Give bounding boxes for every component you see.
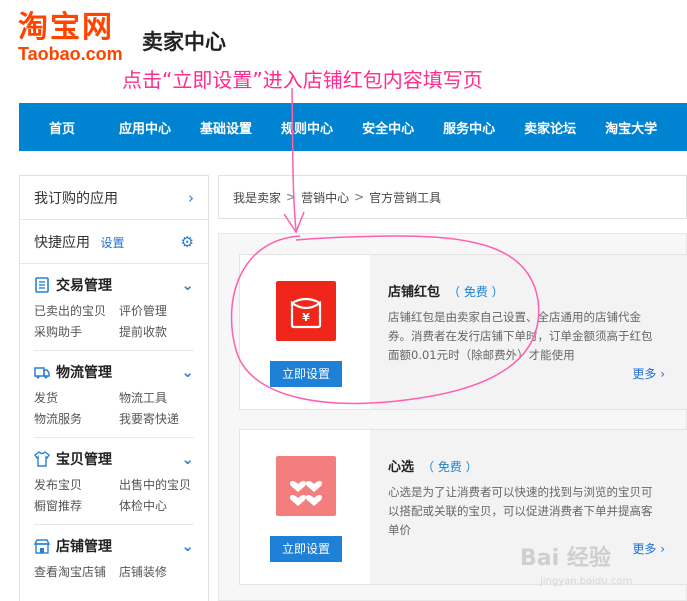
shop-icon [34, 539, 50, 554]
sidebar-group-trade: 交易管理 ⌄ 已卖出的宝贝 评价管理 采购助手 提前收款 [34, 264, 194, 351]
quick-apps-label: 快捷应用 [34, 234, 90, 251]
hearts-icon [276, 456, 336, 516]
page-title: 卖家中心 [142, 30, 226, 54]
subscribed-apps-label: 我订购的应用 [34, 190, 118, 207]
breadcrumb-item[interactable]: 营销中心 [301, 189, 349, 206]
nav-item-rules[interactable]: 规则中心 [265, 118, 346, 137]
quick-apps: 快捷应用 设置 ⚙ [20, 220, 208, 264]
svg-text:¥: ¥ [302, 311, 310, 324]
tool-card-title-text: 店铺红包 [388, 285, 441, 300]
free-badge: （ 免费 ） [422, 460, 478, 474]
nav-item-university[interactable]: 淘宝大学 [589, 118, 670, 137]
sidebar-link[interactable]: 采购助手 [34, 323, 119, 340]
gear-icon[interactable]: ⚙ [181, 233, 194, 251]
sidebar-group-title: 宝贝管理 [56, 452, 112, 468]
breadcrumb-separator: > [354, 190, 365, 204]
tool-card-title-text: 心选 [388, 460, 415, 475]
nav-item-basic-settings[interactable]: 基础设置 [184, 118, 265, 137]
tool-card-shop-red-envelope: ¥ 立即设置 店铺红包 （ 免费 ） 店铺红包是由卖家自己设置、全店通用的店铺代金… [239, 254, 687, 410]
tool-card-media: 立即设置 [240, 430, 370, 584]
sidebar-group-title: 物流管理 [56, 365, 112, 381]
header: 淘宝网 Taobao.com 卖家中心 点击“立即设置”进入店铺红包内容填写页 [0, 0, 687, 100]
sidebar-group-logistics: 物流管理 ⌄ 发货 物流工具 物流服务 我要寄快递 [34, 351, 194, 438]
sidebar-group-shop: 店铺管理 ⌄ 查看淘宝店铺 店铺装修 [34, 525, 194, 590]
sidebar-link[interactable]: 发货 [34, 389, 119, 406]
marketing-tools-panel: ¥ 立即设置 店铺红包 （ 免费 ） 店铺红包是由卖家自己设置、全店通用的店铺代金… [218, 233, 687, 601]
sidebar-group-header[interactable]: 宝贝管理 ⌄ [34, 448, 194, 470]
tool-card-title: 心选 （ 免费 ） [388, 456, 687, 475]
setup-now-button[interactable]: 立即设置 [270, 536, 342, 562]
baidu-watermark: Bai 经验 [520, 546, 611, 571]
sidebar-link[interactable]: 已卖出的宝贝 [34, 302, 119, 319]
tool-card-description: 店铺红包是由卖家自己设置、全店通用的店铺代金券。消费者在发行店铺下单时，订单金额… [388, 310, 653, 362]
chevron-down-icon: ⌄ [181, 363, 194, 381]
sidebar-group-header[interactable]: 物流管理 ⌄ [34, 361, 194, 383]
sidebar-group-header[interactable]: 店铺管理 ⌄ [34, 535, 194, 557]
sidebar-group-items: 宝贝管理 ⌄ 发布宝贝 出售中的宝贝 橱窗推荐 体检中心 [34, 438, 194, 525]
shirt-icon [34, 451, 50, 467]
main-nav: 首页 应用中心 基础设置 规则中心 安全中心 服务中心 卖家论坛 淘宝大学 [19, 103, 687, 151]
sidebar-link[interactable]: 我要寄快递 [119, 410, 204, 427]
baidu-watermark-url: jingyan.baidu.com [540, 576, 633, 587]
chevron-right-icon: › [188, 188, 194, 207]
quick-apps-setting-link[interactable]: 设置 [100, 236, 124, 250]
nav-item-app-center[interactable]: 应用中心 [103, 118, 184, 137]
tool-card-info: 店铺红包 （ 免费 ） 店铺红包是由卖家自己设置、全店通用的店铺代金券。消费者在发… [370, 255, 687, 409]
subscribed-apps[interactable]: 我订购的应用 › [20, 176, 208, 220]
breadcrumb-separator: > [286, 190, 297, 204]
sidebar-group-header[interactable]: 交易管理 ⌄ [34, 274, 194, 296]
tool-card-description: 心选是为了让消费者可以快速的找到与浏览的宝贝可以搭配或关联的宝贝，可以促进消费者… [388, 485, 653, 537]
annotation-text: 点击“立即设置”进入店铺红包内容填写页 [122, 68, 483, 92]
logo-cn: 淘宝网 [18, 10, 114, 45]
tool-card-heart-pick: 立即设置 心选 （ 免费 ） 心选是为了让消费者可以快速的找到与浏览的宝贝可以搭配… [239, 429, 687, 585]
nav-item-home[interactable]: 首页 [19, 118, 103, 137]
nav-item-forum[interactable]: 卖家论坛 [508, 118, 589, 137]
chevron-down-icon: ⌄ [181, 450, 194, 468]
sidebar-group-title: 交易管理 [56, 278, 112, 294]
more-link[interactable]: 更多 › [632, 365, 665, 382]
logo-en: Taobao.com [18, 44, 123, 64]
taobao-logo[interactable]: 淘宝网 Taobao.com [18, 10, 136, 65]
red-envelope-icon: ¥ [276, 281, 336, 341]
nav-item-security[interactable]: 安全中心 [346, 118, 427, 137]
nav-item-service[interactable]: 服务中心 [427, 118, 508, 137]
truck-icon [34, 367, 50, 379]
sidebar-link[interactable]: 店铺装修 [119, 563, 204, 580]
breadcrumb: 我是卖家 > 营销中心 > 官方营销工具 [218, 175, 687, 219]
more-link[interactable]: 更多 › [632, 540, 665, 557]
chevron-down-icon: ⌄ [181, 276, 194, 294]
sidebar-link[interactable]: 提前收款 [119, 323, 204, 340]
breadcrumb-item[interactable]: 我是卖家 [233, 189, 281, 206]
sidebar-link[interactable]: 出售中的宝贝 [119, 476, 204, 493]
sidebar-link[interactable]: 查看淘宝店铺 [34, 563, 119, 580]
tool-card-media: ¥ 立即设置 [240, 255, 370, 409]
sidebar-link[interactable]: 橱窗推荐 [34, 497, 119, 514]
sidebar: 我订购的应用 › 快捷应用 设置 ⚙ 交易管理 ⌄ 已卖出的宝贝 评价管理 采购… [19, 175, 209, 601]
breadcrumb-item: 官方营销工具 [369, 190, 442, 205]
document-icon [35, 277, 49, 293]
sidebar-link[interactable]: 体检中心 [119, 497, 204, 514]
sidebar-link[interactable]: 物流服务 [34, 410, 119, 427]
tool-card-title: 店铺红包 （ 免费 ） [388, 281, 687, 300]
sidebar-link[interactable]: 物流工具 [119, 389, 204, 406]
chevron-down-icon: ⌄ [181, 537, 194, 555]
free-badge: （ 免费 ） [448, 285, 504, 299]
sidebar-group-title: 店铺管理 [56, 539, 112, 555]
sidebar-link[interactable]: 评价管理 [119, 302, 204, 319]
setup-now-button[interactable]: 立即设置 [270, 361, 342, 387]
sidebar-link[interactable]: 发布宝贝 [34, 476, 119, 493]
